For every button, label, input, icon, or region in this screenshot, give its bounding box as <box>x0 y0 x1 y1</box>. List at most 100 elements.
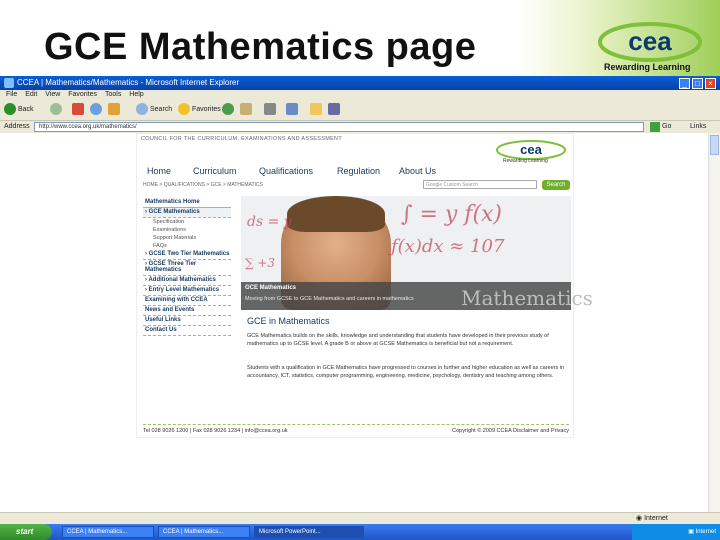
nav-home[interactable]: Home <box>147 166 171 176</box>
home-button[interactable] <box>108 103 122 117</box>
print-icon <box>264 103 276 116</box>
scrollbar-thumb[interactable] <box>710 135 719 155</box>
title-bar[interactable]: CCEA | Mathematics/Mathematics - Microso… <box>0 76 720 90</box>
address-label: Address <box>4 123 30 130</box>
sidebar-item-label: Entry Level Mathematics <box>148 287 220 293</box>
links-label[interactable]: Links <box>690 121 706 133</box>
sidebar-subitem-faqs[interactable]: FAQs <box>143 242 231 250</box>
nav-qualifications[interactable]: Qualifications <box>259 166 313 176</box>
sidebar-item-gcse-three-tier[interactable]: › GCSE Three Tier Mathematics <box>143 260 231 276</box>
menu-file[interactable]: File <box>6 91 17 98</box>
menu-help[interactable]: Help <box>129 91 143 98</box>
search-toolbar-label: Search <box>150 106 173 113</box>
sidebar-item-entry-level[interactable]: › Entry Level Mathematics <box>143 286 231 296</box>
browser-viewport: COUNCIL FOR THE CURRICULUM, EXAMINATIONS… <box>0 133 708 512</box>
slide-title: GCE Mathematics page <box>44 26 477 68</box>
hero-caption-text: Moving from GCSE to GCE Mathematics and … <box>245 296 414 302</box>
refresh-button[interactable] <box>90 103 104 117</box>
content-title: GCE in Mathematics <box>247 316 330 326</box>
back-arrow-icon <box>4 103 16 116</box>
tray-network-icon[interactable]: ▣ <box>688 529 694 535</box>
cea-logo-tagline: Rewarding Learning <box>604 62 691 72</box>
taskbar-item-3[interactable]: Microsoft PowerPoint... <box>254 526 364 538</box>
forward-button[interactable] <box>50 103 64 117</box>
refresh-icon <box>90 103 102 116</box>
site-footer: Tel 028 9026 1200 | Fax 028 9026 1234 | … <box>143 424 569 434</box>
sidebar-item-additional-mathematics[interactable]: › Additional Mathematics <box>143 276 231 286</box>
favorites-label: Favorites <box>192 106 221 113</box>
taskbar-item-1[interactable]: CCEA | Mathematics... <box>62 526 154 538</box>
window-title: CCEA | Mathematics/Mathematics - Microso… <box>17 78 240 87</box>
cea-logo: cea Rewarding Learning <box>596 22 706 74</box>
web-page: COUNCIL FOR THE CURRICULUM, EXAMINATIONS… <box>136 133 593 438</box>
stop-icon <box>72 103 84 116</box>
sidebar-item-label: GCSE Three Tier Mathematics <box>145 261 197 273</box>
toolbar: Back Search Favorites <box>0 100 720 121</box>
taskbar-item-2[interactable]: CCEA | Mathematics... <box>158 526 250 538</box>
hero-overlay-word: Mathematics <box>461 286 593 310</box>
cea-logo-mark: cea <box>598 22 702 62</box>
nav-regulation[interactable]: Regulation <box>337 166 380 176</box>
folder-button[interactable] <box>310 103 324 117</box>
nav-curriculum[interactable]: Curriculum <box>193 166 237 176</box>
sidebar-item-news[interactable]: News and Events <box>143 306 231 316</box>
footer-contact[interactable]: Tel 028 9026 1200 | Fax 028 9026 1234 | … <box>143 428 288 434</box>
vertical-scrollbar[interactable] <box>708 133 720 512</box>
messenger-button[interactable] <box>328 103 342 117</box>
sidebar-item-contact-us[interactable]: Contact Us <box>143 326 231 336</box>
search-icon <box>136 103 148 116</box>
sidebar-item-useful-links[interactable]: Useful Links <box>143 316 231 326</box>
history-button[interactable] <box>222 103 236 117</box>
menu-tools[interactable]: Tools <box>105 91 121 98</box>
tray-label: Internet <box>695 529 716 535</box>
print-button[interactable] <box>264 103 278 117</box>
go-arrow-icon[interactable] <box>650 122 660 132</box>
search-toolbar-button[interactable]: Search <box>136 103 172 117</box>
favorites-star-icon <box>178 103 190 116</box>
address-input[interactable]: http://www.ccea.org.uk/mathematics/ <box>34 122 644 132</box>
favorites-button[interactable]: Favorites <box>178 103 221 117</box>
forward-arrow-icon <box>50 103 62 116</box>
hero-caption: GCE Mathematics Moving from GCSE to GCE … <box>241 282 593 310</box>
hero-caption-title: GCE Mathematics <box>245 285 297 291</box>
back-label: Back <box>18 106 34 113</box>
sidebar-item-gcse-two-tier[interactable]: › GCSE Two Tier Mathematics <box>143 250 231 260</box>
nav-about-us[interactable]: About Us <box>399 166 436 176</box>
sidebar-subitem-support-materials[interactable]: Support Materials <box>143 234 231 242</box>
go-label[interactable]: Go <box>662 121 671 133</box>
footer-copyright[interactable]: Copyright © 2009 CCEA Disclaimer and Pri… <box>452 428 569 434</box>
sidebar-item-label: GCSE Two Tier Mathematics <box>148 251 230 257</box>
ie-icon <box>4 78 14 88</box>
mail-icon <box>240 103 252 116</box>
globe-icon: ◉ <box>636 515 643 522</box>
start-button[interactable]: start <box>0 524 52 540</box>
sidebar-item-gce-mathematics[interactable]: › GCE Mathematics <box>143 208 231 218</box>
menu-view[interactable]: View <box>45 91 60 98</box>
menu-edit[interactable]: Edit <box>25 91 37 98</box>
site-logo-mark: cea <box>496 140 566 160</box>
sidebar-heading[interactable]: Mathematics Home <box>143 198 231 208</box>
site-logo-text: cea <box>520 142 542 157</box>
site-logo[interactable]: cea Rewarding Learning <box>495 140 567 165</box>
site-search-input[interactable]: Google Custom Search <box>423 180 537 189</box>
edit-button[interactable] <box>286 103 300 117</box>
back-button[interactable]: Back <box>4 103 34 117</box>
stop-button[interactable] <box>72 103 86 117</box>
site-search-button[interactable]: Search <box>542 180 570 190</box>
breadcrumb: HOME > QUALIFICATIONS > GCE > MATHEMATIC… <box>143 182 263 188</box>
maximize-button[interactable]: □ <box>692 78 703 89</box>
site-strapline: COUNCIL FOR THE CURRICULUM, EXAMINATIONS… <box>141 136 342 142</box>
mail-button[interactable] <box>240 103 254 117</box>
menu-bar: File Edit View Favorites Tools Help <box>0 90 720 100</box>
slide-header: GCE Mathematics page cea Rewarding Learn… <box>0 0 720 76</box>
sidebar-item-label: GCE Mathematics <box>148 209 200 215</box>
cea-logo-text: cea <box>628 26 672 56</box>
sidebar-subitem-specification[interactable]: Specification <box>143 218 231 226</box>
minimize-button[interactable]: _ <box>679 78 690 89</box>
folder-icon <box>310 103 322 116</box>
close-button[interactable]: × <box>705 78 716 89</box>
sidebar-item-examining[interactable]: Examining with CCEA <box>143 296 231 306</box>
sidebar-subitem-examinations[interactable]: Examinations <box>143 226 231 234</box>
system-tray: ▣ Internet <box>632 524 720 540</box>
menu-favorites[interactable]: Favorites <box>68 91 97 98</box>
